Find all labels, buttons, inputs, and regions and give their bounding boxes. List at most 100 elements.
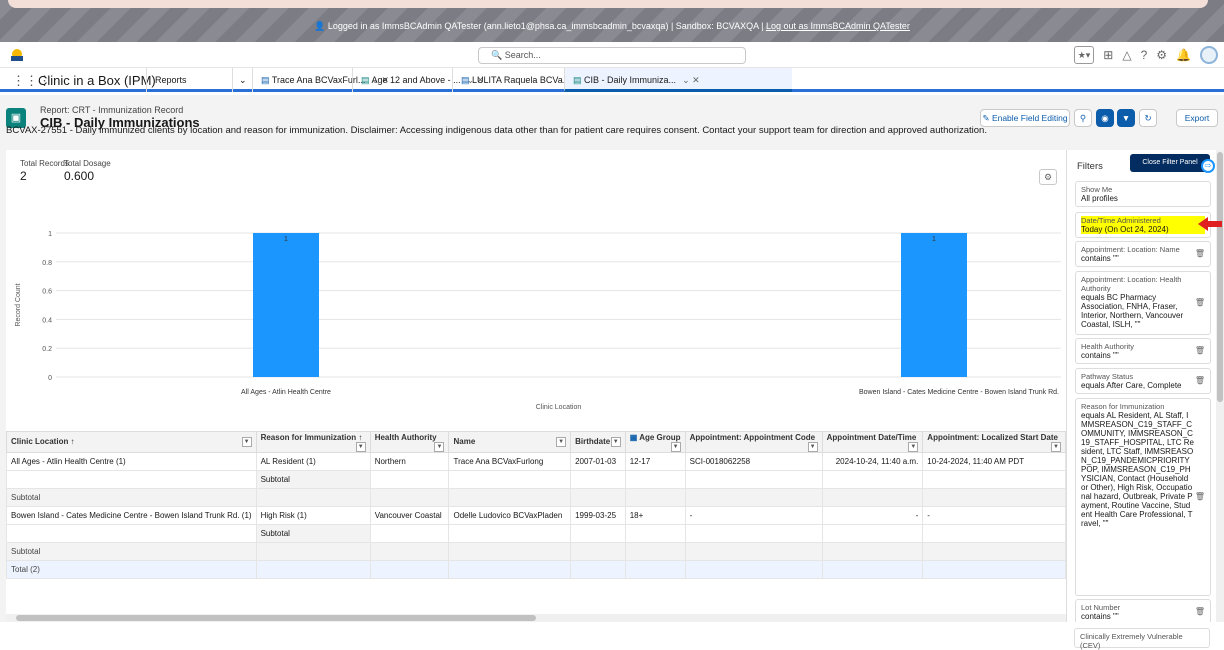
- filter-label: Show Me: [1081, 185, 1113, 194]
- column-header-birthdate[interactable]: Birthdate ▼: [570, 431, 626, 453]
- filter-location-health-authority[interactable]: Appointment: Location: Health Authority …: [1075, 271, 1211, 335]
- empty-cell: [821, 488, 924, 507]
- empty-cell: [624, 542, 686, 561]
- bar-chart: 0 0.2 0.4 0.6 0.8 1 Record Count 1 All Ages - At…: [15, 231, 1061, 411]
- chart-toggle-button[interactable]: ◉: [1096, 109, 1114, 127]
- remove-filter-trash-icon[interactable]: 🗑: [1195, 607, 1205, 616]
- header-label: Appointment Date/Time: [826, 432, 917, 442]
- global-search-input[interactable]: 🔍 Search...: [478, 47, 746, 64]
- filter-location-name[interactable]: Appointment: Location: Name contains "" …: [1075, 241, 1211, 267]
- column-menu-chevron-icon[interactable]: ▼: [434, 441, 445, 452]
- column-menu-chevron-icon[interactable]: ▼: [1051, 441, 1061, 452]
- close-filter-panel-icon[interactable]: ⇨: [1201, 159, 1215, 173]
- avatar[interactable]: [1200, 46, 1218, 64]
- column-menu-chevron-icon[interactable]: ▼: [908, 441, 919, 452]
- column-header-age-group[interactable]: ▦ Age Group ▼: [624, 431, 686, 453]
- remove-filter-trash-icon[interactable]: 🗑: [1195, 249, 1205, 258]
- filter-pathway-status[interactable]: Pathway Status equals After Care, Comple…: [1075, 368, 1211, 394]
- empty-cell: [6, 470, 257, 489]
- empty-cell: [922, 524, 1066, 543]
- chart-bar[interactable]: [901, 233, 967, 377]
- remove-filter-trash-icon[interactable]: 🗑: [1195, 376, 1205, 385]
- empty-cell: [570, 542, 626, 561]
- filter-date-time-administered[interactable]: Date/Time Administered Today (On Oct 24,…: [1075, 212, 1211, 238]
- clinic-location-cell[interactable]: All Ages - Atlin Health Centre (1): [6, 452, 257, 471]
- name-cell[interactable]: Odelle Ludovico BCVaxPladen: [448, 506, 572, 525]
- refresh-button[interactable]: ↻: [1139, 109, 1157, 127]
- tab-label: CIB - Daily Immuniza...: [584, 75, 677, 85]
- favorites-icon[interactable]: ★▾: [1073, 46, 1095, 64]
- column-header-name[interactable]: Name ▼: [448, 431, 572, 453]
- localized-start-cell: -: [922, 506, 1066, 525]
- search-report-button[interactable]: ⚲: [1074, 109, 1092, 127]
- scrollbar-thumb[interactable]: [1217, 152, 1223, 402]
- column-header-health-authority[interactable]: Health Authority ▼: [369, 431, 450, 453]
- y-tick-label: 0: [48, 375, 52, 382]
- filter-value: equals AL Resident, AL Staff, IMMSREASON…: [1081, 411, 1194, 528]
- setup-gear-icon[interactable]: ⚙: [1156, 47, 1167, 63]
- chart-bar[interactable]: [253, 233, 319, 377]
- reason-subtotal-cell: Subtotal: [255, 524, 371, 543]
- bc-logo-icon[interactable]: [9, 47, 25, 63]
- appointment-code-cell[interactable]: SCI-0018062258: [684, 452, 823, 471]
- column-menu-chevron-icon[interactable]: ▼: [670, 441, 681, 452]
- empty-cell: [255, 542, 371, 561]
- total-dosage-label: Total Dosage: [64, 159, 111, 168]
- column-header-appointment-code[interactable]: Appointment: Appointment Code ▼: [684, 431, 823, 453]
- appointment-datetime-cell: 2024-10-24, 11:40 a.m.: [821, 452, 924, 471]
- scrollbar-thumb[interactable]: [16, 615, 536, 621]
- enable-field-editing-button[interactable]: ✎ Enable Field Editing: [980, 109, 1070, 127]
- column-header-reason[interactable]: Reason for Immunization ↑ ▼: [255, 431, 371, 453]
- global-header: 🔍 Search... ★▾ ⊞ △ ? ⚙ 🔔: [0, 42, 1224, 68]
- nav-item-reports[interactable]: Reports: [146, 68, 232, 92]
- filter-cev[interactable]: Clinically Extremely Vulnerable (CEV): [1074, 628, 1210, 650]
- filter-show-me[interactable]: Show Me All profiles: [1075, 181, 1211, 207]
- logged-in-text: Logged in as ImmsBCAdmin QATester (ann.l…: [327, 21, 764, 31]
- remove-filter-trash-icon[interactable]: 🗑: [1195, 298, 1205, 307]
- table-row: Subtotal: [6, 470, 1066, 489]
- tab-lulita-raquela[interactable]: ▤ LULITA Raquela BCVa...⌄ ✕: [452, 68, 594, 92]
- filter-reason-for-immunization[interactable]: Reason for Immunization equals AL Reside…: [1075, 398, 1211, 596]
- report-table: Clinic Location ↑ ▼ Reason for Immunizati…: [6, 431, 1066, 579]
- filter-lot-number[interactable]: Lot Number contains "" 🗑: [1075, 599, 1211, 622]
- column-header-localized-start-date[interactable]: Appointment: Localized Start Date ▼: [922, 431, 1066, 453]
- x-tick-label: Bowen Island - Cates Medicine Centre - B…: [859, 389, 1059, 396]
- help-icon[interactable]: ?: [1141, 47, 1148, 63]
- tab-close-icon[interactable]: ⌄ ✕: [682, 75, 700, 85]
- column-menu-chevron-icon[interactable]: ▼: [241, 437, 252, 447]
- logout-link[interactable]: Log out as ImmsBCAdmin QATester: [766, 21, 910, 31]
- age-group-cell: 18+: [624, 506, 686, 525]
- tab-trace-ana[interactable]: ▤ Trace Ana BCVaxFurl... ⌄ ✕: [252, 68, 389, 92]
- subtotal-row: Subtotal: [6, 488, 1066, 507]
- column-menu-chevron-icon[interactable]: ▼: [610, 437, 621, 447]
- chart-settings-gear-icon[interactable]: ⚙: [1039, 169, 1057, 185]
- name-cell[interactable]: Trace Ana BCVaxFurlong: [448, 452, 572, 471]
- browser-strip: [8, 0, 1208, 8]
- search-icon: 🔍: [491, 50, 503, 60]
- horizontal-scrollbar[interactable]: [6, 614, 1066, 622]
- filter-label: Health Authority: [1081, 342, 1134, 351]
- remove-filter-trash-icon[interactable]: 🗑: [1195, 346, 1205, 355]
- column-header-clinic-location[interactable]: Clinic Location ↑ ▼: [6, 431, 257, 453]
- nav-overflow-chevron-icon[interactable]: ⌄: [232, 68, 252, 92]
- notifications-bell-icon[interactable]: 🔔: [1176, 47, 1191, 63]
- enable-field-editing-label: Enable Field Editing: [991, 113, 1068, 123]
- close-filter-panel-tooltip: Close Filter Panel: [1130, 154, 1210, 172]
- clinic-location-cell[interactable]: Bowen Island - Cates Medicine Centre - B…: [6, 506, 257, 525]
- data-label: 1: [932, 236, 936, 243]
- tab-cib-daily-immunizations[interactable]: ▤ CIB - Daily Immuniza... ⌄ ✕: [564, 68, 792, 92]
- column-menu-chevron-icon[interactable]: ▼: [556, 437, 567, 447]
- global-add-icon[interactable]: ⊞: [1103, 47, 1113, 63]
- empty-cell: [624, 560, 686, 579]
- column-menu-chevron-icon[interactable]: ▼: [355, 441, 366, 452]
- total-records-label: Total Records: [20, 159, 69, 168]
- column-header-appointment-datetime[interactable]: Appointment Date/Time ▼: [821, 431, 924, 453]
- export-button[interactable]: Export: [1176, 109, 1218, 127]
- filter-toggle-button[interactable]: ▼: [1117, 109, 1135, 127]
- empty-cell: [922, 470, 1066, 489]
- column-menu-chevron-icon[interactable]: ▼: [807, 441, 818, 452]
- tab-age-12-above[interactable]: ▤ Age 12 and Above - ... ⌄ ✕: [352, 68, 484, 92]
- trailhead-icon[interactable]: △: [1122, 47, 1131, 63]
- remove-filter-trash-icon[interactable]: 🗑: [1195, 492, 1205, 501]
- filter-health-authority[interactable]: Health Authority contains "" 🗑: [1075, 338, 1211, 364]
